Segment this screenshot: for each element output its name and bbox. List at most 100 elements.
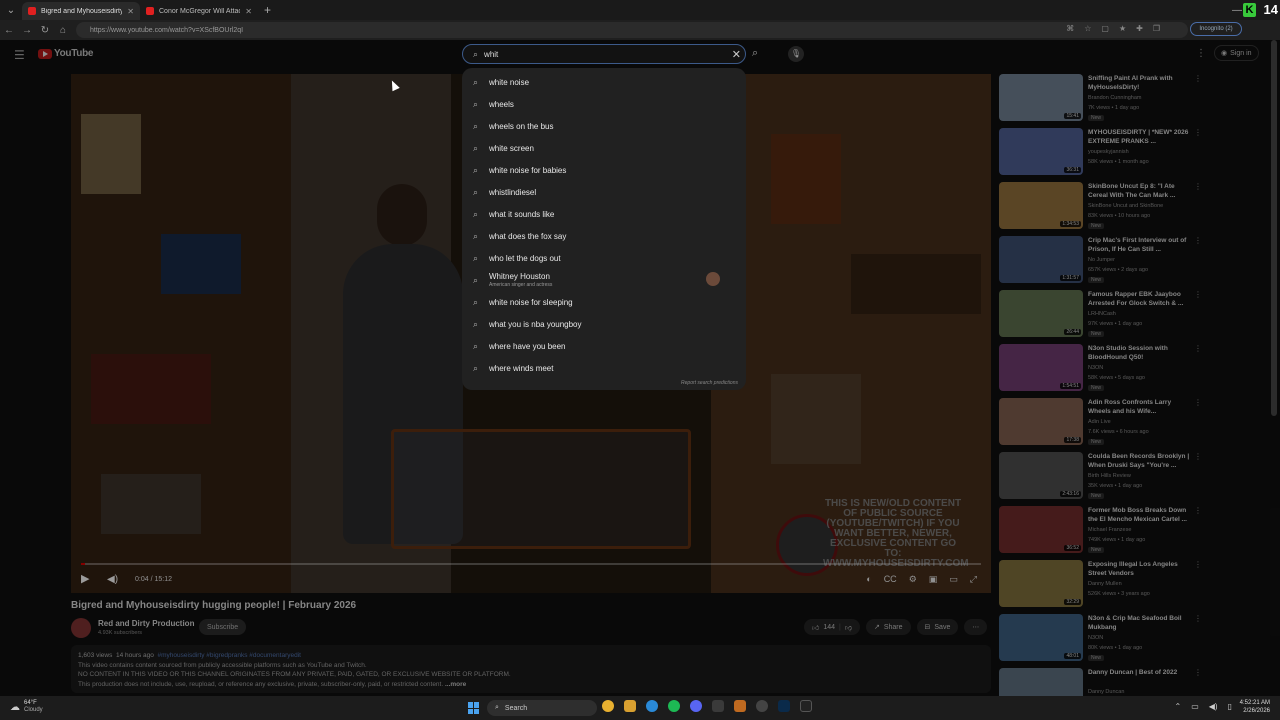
more-options-icon[interactable]: ⋮ (1194, 614, 1202, 623)
captions-icon[interactable]: CC (884, 574, 897, 585)
forward-icon[interactable]: → (18, 25, 36, 36)
miniplayer-icon[interactable]: ▣ (929, 574, 938, 585)
battery-icon[interactable]: ▯ (1228, 702, 1232, 711)
recommended-title[interactable]: Sniffing Paint AI Prank with MyHouseIsDi… (1088, 74, 1194, 92)
video-thumbnail[interactable]: 26:44 (999, 290, 1083, 337)
search-suggestion[interactable]: ⌕ where have you been (462, 335, 746, 357)
more-options-icon[interactable]: ⋮ (1194, 668, 1202, 677)
more-options-icon[interactable]: ⋮ (1194, 452, 1202, 461)
voice-search-icon[interactable]: 🎙︎ (788, 46, 804, 62)
volume-icon[interactable]: ◀) (1209, 702, 1218, 711)
recommended-video[interactable]: 17:38 Adin Ross Confronts Larry Wheels an… (999, 398, 1209, 452)
search-input[interactable]: ⌕ whit ✕ (462, 44, 746, 64)
share-button[interactable]: ↗ Share (865, 619, 911, 635)
minimize-icon[interactable]: — (1232, 5, 1242, 16)
report-predictions-link[interactable]: Report search predictions (681, 380, 738, 386)
video-thumbnail[interactable]: 48:01 (999, 614, 1083, 661)
fullscreen-icon[interactable]: ⤢ (970, 574, 977, 585)
recommended-video[interactable]: 26:44 Famous Rapper EBK Jaayboo Arrested … (999, 290, 1209, 344)
recommended-title[interactable]: Adin Ross Confronts Larry Wheels and his… (1088, 398, 1194, 416)
recommended-title[interactable]: SkinBone Uncut Ep 8: "I Ate Cereal With … (1088, 182, 1194, 200)
discord-icon[interactable] (690, 700, 702, 712)
back-icon[interactable]: ← (0, 25, 18, 36)
recommended-title[interactable]: N3on & Crip Mac Seafood Boil Mukbang (1088, 614, 1194, 632)
search-suggestion[interactable]: ⌕ white noise for sleeping (462, 291, 746, 313)
app-icon[interactable] (734, 700, 746, 712)
more-options-icon[interactable]: ⋮ (1194, 344, 1202, 353)
more-options-icon[interactable]: ⋮ (1194, 560, 1202, 569)
autoplay-toggle-icon[interactable]: ◐ (866, 574, 871, 585)
more-options-icon[interactable]: ⋮ (1194, 290, 1202, 299)
chrome-icon[interactable] (602, 700, 614, 712)
search-suggestion[interactable]: ⌕ wheels on the bus (462, 115, 746, 137)
split-view-icon[interactable]: ▢ (1101, 24, 1109, 33)
recommended-video[interactable]: 2:43:16 Coulda Been Records Brooklyn | Wh… (999, 452, 1209, 506)
search-suggestion[interactable]: ⌕ whistlindiesel (462, 181, 746, 203)
reload-icon[interactable]: ↻ (36, 25, 54, 36)
profile-button[interactable]: Incognito (2) (1190, 22, 1242, 36)
recommended-title[interactable]: Danny Duncan | Best of 2022 (1088, 668, 1194, 677)
extension-icon[interactable]: ⌘ (1066, 24, 1074, 33)
recommended-channel[interactable]: Adin Live (1088, 419, 1111, 425)
recommended-channel[interactable]: youpeskyjannish (1088, 149, 1129, 155)
video-thumbnail[interactable]: 1:34:53 (999, 182, 1083, 229)
channel-name[interactable]: Red and Dirty Production (98, 619, 194, 628)
recommended-channel[interactable]: LRHNCash (1088, 311, 1116, 317)
more-options-icon[interactable]: ⋮ (1194, 128, 1202, 137)
more-options-icon[interactable]: ⋮ (1194, 398, 1202, 407)
description-box[interactable]: 1,603 views 14 hours ago #myhouseisdirty… (71, 645, 991, 693)
obs-icon[interactable] (756, 700, 768, 712)
save-button[interactable]: ⊟ Save (916, 619, 959, 635)
taskbar-search[interactable]: ⌕ Search (487, 700, 597, 716)
extensions-icon[interactable]: ✚ (1136, 24, 1143, 33)
recommended-channel[interactable]: Danny Mullen (1088, 581, 1122, 587)
search-suggestion[interactable]: ⌕ white noise (462, 71, 746, 93)
video-thumbnail[interactable]: 15:41 (999, 74, 1083, 121)
more-options-icon[interactable]: ⋮ (1194, 236, 1202, 245)
terminal-icon[interactable] (800, 700, 812, 712)
hashtags[interactable]: #myhouseisdirty #bigredpranks #documenta… (158, 652, 301, 659)
address-bar[interactable]: https://www.youtube.com/watch?v=XScfBOUr… (76, 22, 1188, 38)
subscribe-button[interactable]: Subscribe (199, 619, 247, 635)
channel-avatar[interactable] (71, 618, 91, 638)
recommended-title[interactable]: Exposing Illegal Los Angeles Street Vend… (1088, 560, 1194, 578)
video-thumbnail[interactable]: 1:54:51 (999, 344, 1083, 391)
home-icon[interactable]: ⌂ (54, 25, 72, 36)
windows-start-icon[interactable] (468, 702, 480, 714)
play-icon[interactable]: ▶ (81, 572, 89, 585)
sign-in-button[interactable]: ◉ Sign in (1214, 45, 1259, 61)
recommended-title[interactable]: Famous Rapper EBK Jaayboo Arrested For G… (1088, 290, 1194, 308)
recommended-channel[interactable]: Danny Duncan (1088, 689, 1124, 695)
search-suggestion[interactable]: ⌕ where winds meet (462, 357, 746, 379)
recommended-title[interactable]: Crip Mac's First Interview out of Prison… (1088, 236, 1194, 254)
more-options-icon[interactable]: ⋮ (1194, 182, 1202, 191)
recommended-channel[interactable]: Birth Hills Review (1088, 473, 1131, 479)
more-options-icon[interactable]: ⋮ (1196, 48, 1206, 59)
new-tab-button[interactable]: + (264, 3, 271, 17)
search-suggestion[interactable]: ⌕ white screen (462, 137, 746, 159)
page-scrollbar[interactable] (1271, 40, 1277, 416)
more-options-icon[interactable]: ⋮ (1194, 506, 1202, 515)
video-thumbnail[interactable]: 17:38 (999, 398, 1083, 445)
recommended-video[interactable]: 1:31:57 Crip Mac's First Interview out of… (999, 236, 1209, 290)
search-suggestion[interactable]: ⌕ Whitney Houston American singer and actr… (462, 269, 746, 291)
search-suggestion[interactable]: ⌕ what you is nba youngboy (462, 313, 746, 335)
star-icon[interactable]: ☆ (1084, 24, 1091, 33)
recommended-title[interactable]: Coulda Been Records Brooklyn | When Drus… (1088, 452, 1194, 470)
settings-icon[interactable]: ⚙ (909, 574, 917, 585)
recommended-channel[interactable]: No Jumper (1088, 257, 1115, 263)
file-explorer-icon[interactable] (624, 700, 636, 712)
recommended-video[interactable]: 32:29 Exposing Illegal Los Angeles Street… (999, 560, 1209, 614)
video-thumbnail[interactable]: 32:29 (999, 560, 1083, 607)
edge-icon[interactable] (646, 700, 658, 712)
recommended-video[interactable]: 1:54:51 N3on Studio Session with BloodHou… (999, 344, 1209, 398)
recommended-channel[interactable]: N3ON (1088, 635, 1103, 641)
recommended-channel[interactable]: SkinBone Uncut and SkinBone (1088, 203, 1163, 209)
theater-icon[interactable]: ▭ (949, 574, 958, 585)
recommended-channel[interactable]: Brandon Cunningham (1088, 95, 1142, 101)
system-clock[interactable]: 4:52:21 AM 2/26/2026 (1240, 699, 1270, 715)
recommended-channel[interactable]: Michael Franzese (1088, 527, 1131, 533)
recommended-video[interactable]: 15:41 Sniffing Paint AI Prank with MyHous… (999, 74, 1209, 128)
menu-icon[interactable]: ☰ (14, 48, 25, 62)
video-thumbnail[interactable]: 36:31 (999, 128, 1083, 175)
